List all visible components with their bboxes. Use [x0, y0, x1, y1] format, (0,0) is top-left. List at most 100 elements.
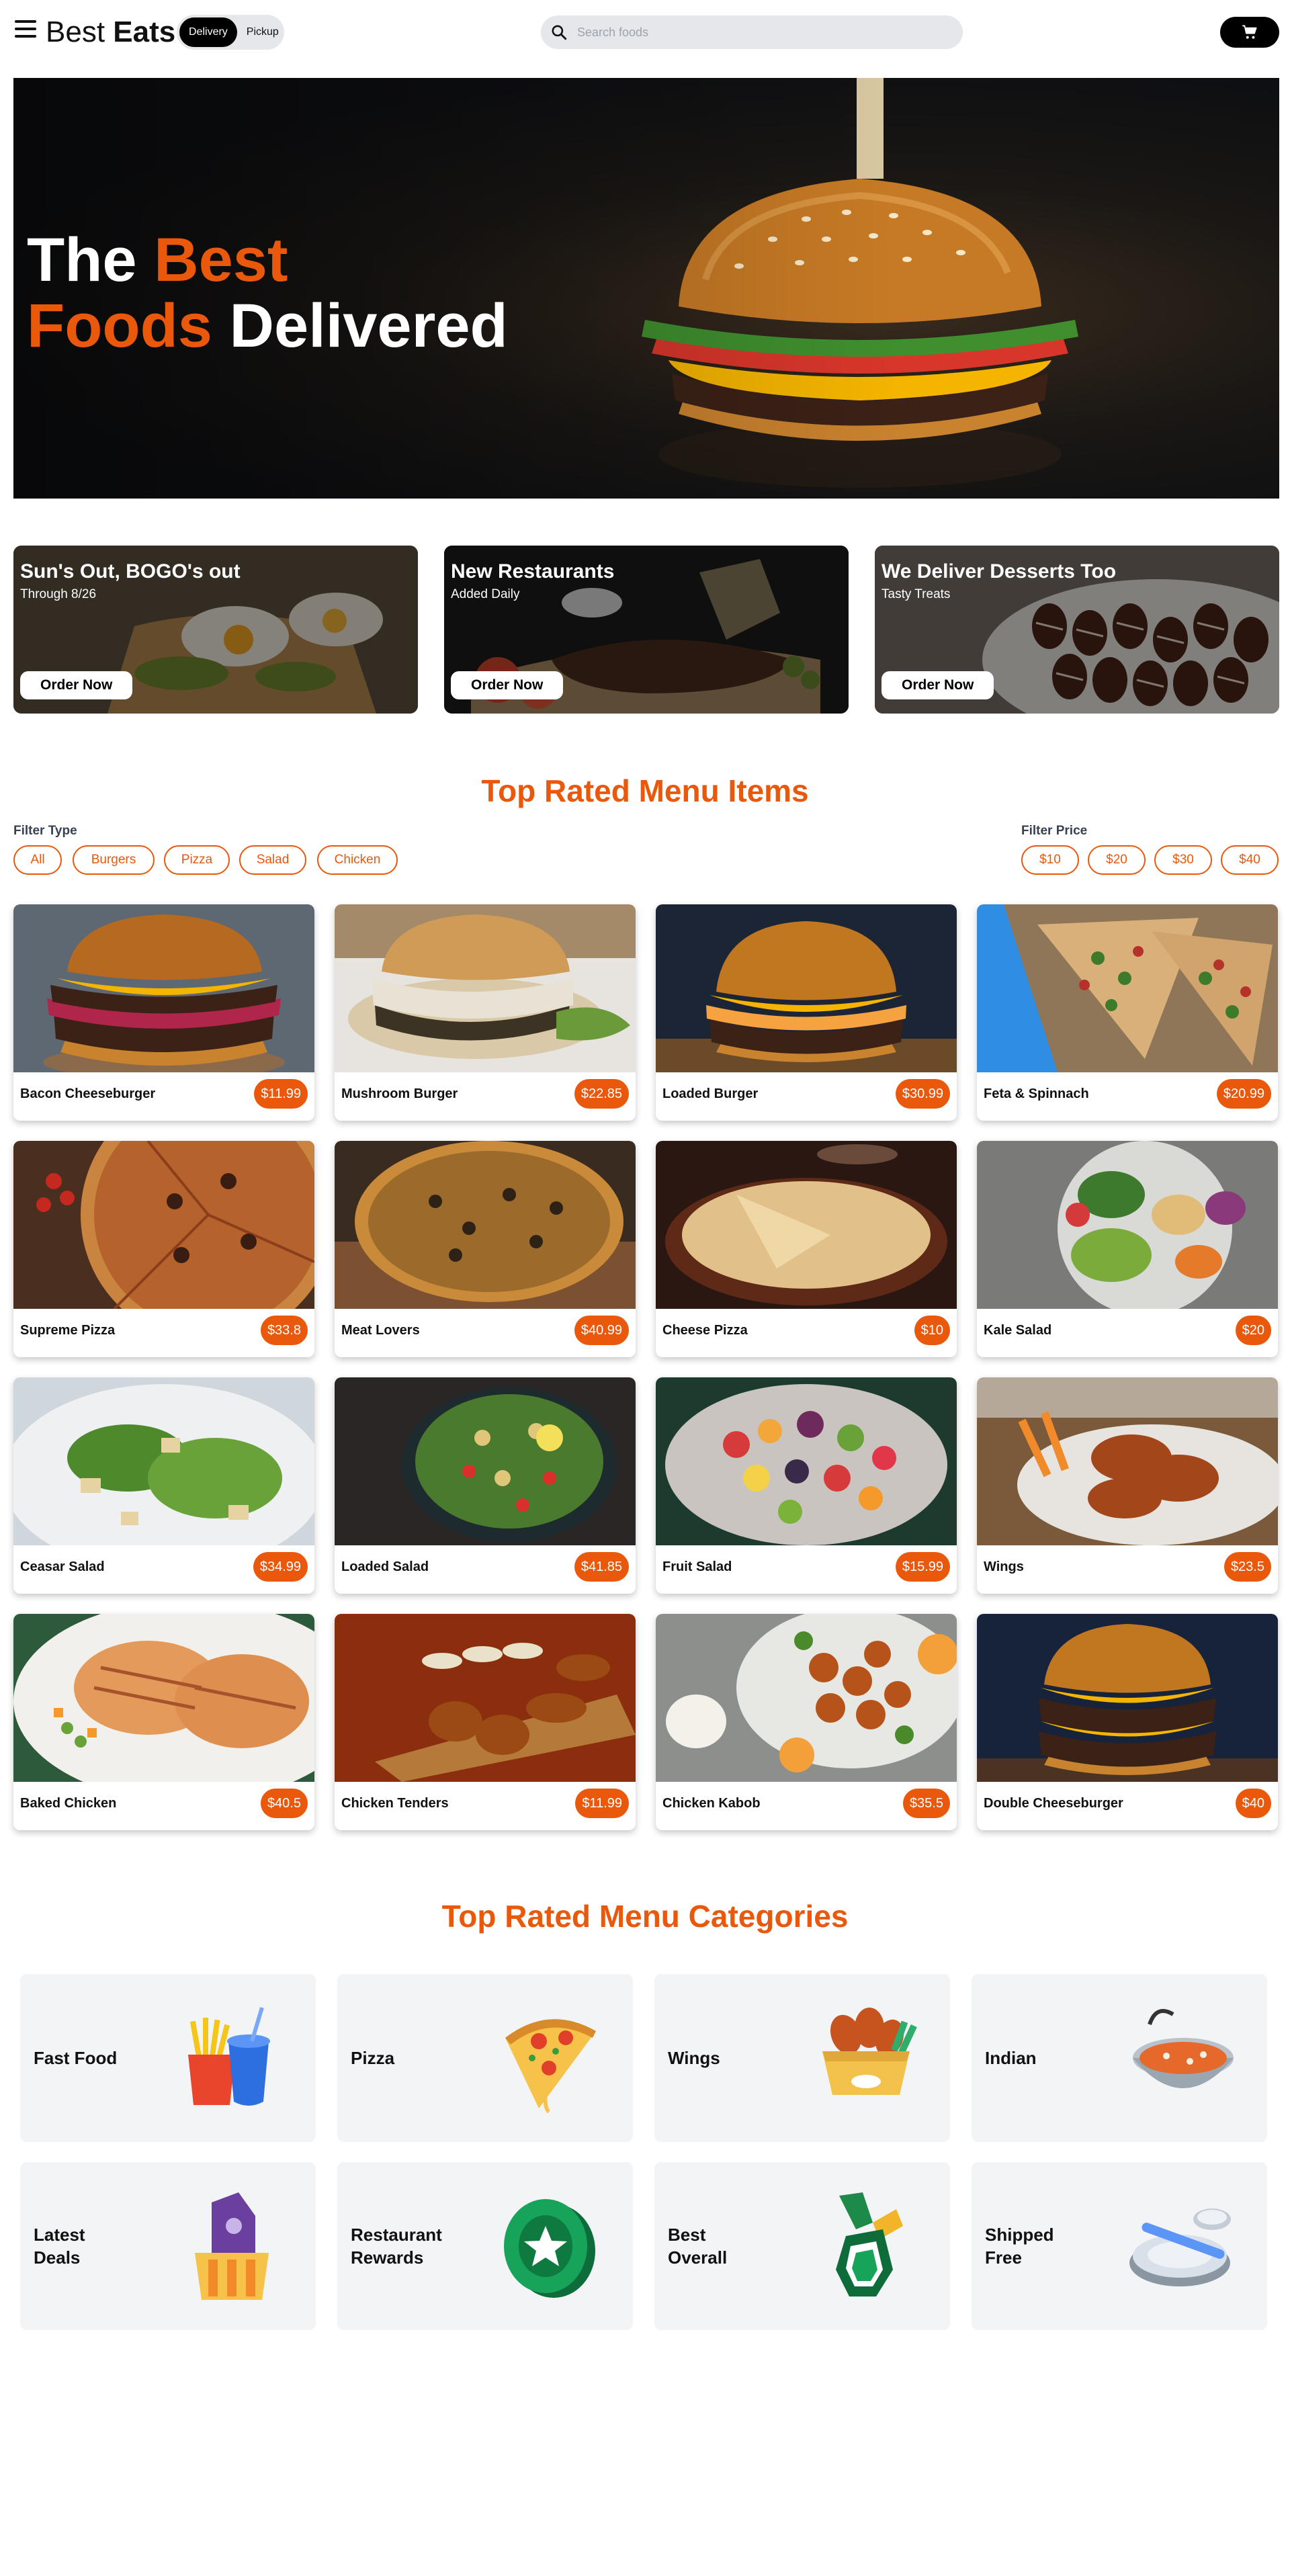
deal-tag-icon	[195, 2192, 269, 2300]
order-now-button[interactable]: Order Now	[451, 671, 564, 699]
promo-title: We Deliver Desserts Too	[882, 560, 1117, 583]
order-now-button[interactable]: Order Now	[882, 671, 994, 699]
order-now-button[interactable]: Order Now	[20, 671, 133, 699]
category-label: Pizza	[351, 2048, 395, 2068]
category-label: Fast Food	[34, 2048, 118, 2068]
promo-subtitle: Tasty Treats	[882, 587, 951, 601]
menu-item-card[interactable]: Chicken Kabob $35.5	[656, 1614, 957, 1830]
category-card-indian[interactable]: Indian	[972, 1974, 1267, 2142]
food-image-loaded-salad	[335, 1377, 636, 1545]
filter-price-20[interactable]: $20	[1088, 845, 1146, 875]
search-icon	[552, 25, 567, 40]
hero-word-the: The	[27, 226, 137, 294]
cart-button[interactable]	[1220, 17, 1279, 48]
menu-item-card[interactable]: Loaded Burger $30.99	[656, 904, 957, 1121]
menu-item-price: $10	[914, 1316, 950, 1345]
filter-price-40[interactable]: $40	[1221, 845, 1279, 875]
food-image-bacon-cheeseburger	[13, 904, 314, 1072]
category-label: Restaurant Rewards	[351, 2225, 442, 2268]
menu-item-name: Fruit Salad	[662, 1559, 732, 1574]
menu-item-card[interactable]: Supreme Pizza $33.8	[13, 1141, 314, 1357]
hero-word-foods: Foods	[27, 292, 212, 360]
food-image-wings	[977, 1377, 1278, 1545]
menu-item-name: Loaded Burger	[662, 1086, 759, 1101]
menu-item-name: Mushroom Burger	[341, 1086, 458, 1101]
menu-item-price: $41.85	[574, 1552, 629, 1582]
menu-item-name: Wings	[984, 1559, 1024, 1574]
food-image-double-cheeseburger	[977, 1614, 1278, 1782]
hero-banner: The Best Foods Delivered	[13, 78, 1279, 499]
menu-icon[interactable]	[15, 20, 36, 38]
food-image-chicken-tenders	[335, 1614, 636, 1782]
reward-star-icon	[504, 2199, 595, 2298]
category-label: Shipped Free	[985, 2225, 1054, 2268]
food-image-meat-lovers	[335, 1141, 636, 1309]
category-card-wings[interactable]: Wings	[654, 1974, 950, 2142]
hero-word-best: Best	[154, 226, 288, 294]
menu-item-card[interactable]: Cheese Pizza $10	[656, 1141, 957, 1357]
menu-item-card[interactable]: Ceasar Salad $34.99	[13, 1377, 314, 1594]
hero-word-delivered: Delivered	[229, 292, 508, 360]
search-bar	[541, 15, 963, 49]
menu-item-name: Supreme Pizza	[20, 1323, 116, 1338]
cart-icon	[1242, 25, 1257, 39]
category-label: Latest Deals	[34, 2225, 85, 2268]
menu-item-card[interactable]: Wings $23.5	[977, 1377, 1278, 1594]
delivery-option[interactable]: Delivery	[179, 17, 237, 47]
promo-card-new-restaurants: New Restaurants Added Daily Order Now	[444, 546, 849, 714]
promo-card-bogo: Sun's Out, BOGO's out Through 8/26 Order…	[13, 546, 418, 714]
brand-regular: Best	[46, 15, 105, 48]
menu-item-card[interactable]: Baked Chicken $40.5	[13, 1614, 314, 1830]
filter-price-30[interactable]: $30	[1154, 845, 1212, 875]
category-label: Indian	[985, 2048, 1037, 2068]
filter-type-label: Filter Type	[13, 824, 77, 838]
menu-item-card[interactable]: Chicken Tenders $11.99	[335, 1614, 636, 1830]
menu-item-price: $35.5	[902, 1789, 950, 1818]
top-navbar: Best Eats Delivery Pickup	[0, 0, 1290, 65]
menu-item-name: Ceasar Salad	[20, 1559, 105, 1574]
category-card-latest-deals[interactable]: Latest Deals	[20, 2162, 316, 2330]
menu-item-card[interactable]: Fruit Salad $15.99	[656, 1377, 957, 1594]
category-card-shipped-free[interactable]: Shipped Free	[972, 2162, 1267, 2330]
menu-item-price: $15.99	[895, 1552, 950, 1582]
plates-icon	[1129, 2208, 1231, 2286]
menu-item-card[interactable]: Loaded Salad $41.85	[335, 1377, 636, 1594]
pickup-option[interactable]: Pickup	[237, 17, 288, 47]
menu-item-card[interactable]: Kale Salad $20	[977, 1141, 1278, 1357]
brand-logo[interactable]: Best Eats	[46, 15, 175, 50]
filter-type-pizza[interactable]: Pizza	[164, 845, 230, 875]
menu-item-price: $40	[1235, 1789, 1271, 1818]
menu-item-price: $23.5	[1223, 1552, 1271, 1582]
filter-price-10[interactable]: $10	[1021, 845, 1079, 875]
filter-type-chicken[interactable]: Chicken	[317, 845, 398, 875]
filter-type-salad[interactable]: Salad	[239, 845, 306, 875]
promo-subtitle: Added Daily	[451, 587, 520, 601]
menu-item-card[interactable]: Bacon Cheeseburger $11.99	[13, 904, 314, 1121]
promo-subtitle: Through 8/26	[20, 587, 97, 601]
menu-item-name: Loaded Salad	[341, 1559, 429, 1574]
menu-item-name: Baked Chicken	[20, 1796, 117, 1811]
category-card-restaurant-rewards[interactable]: Restaurant Rewards	[337, 2162, 633, 2330]
food-image-fruit-salad	[656, 1377, 957, 1545]
menu-item-price: $11.99	[254, 1079, 308, 1109]
filter-price-label: Filter Price	[1021, 824, 1088, 838]
menu-item-name: Kale Salad	[984, 1323, 1052, 1338]
category-card-fast-food[interactable]: Fast Food	[20, 1974, 316, 2142]
menu-item-name: Cheese Pizza	[662, 1323, 748, 1338]
category-card-pizza[interactable]: Pizza	[337, 1974, 633, 2142]
category-label: Best Overall	[668, 2225, 728, 2268]
filter-type-all[interactable]: All	[13, 845, 62, 875]
menu-item-name: Meat Lovers	[341, 1323, 420, 1338]
menu-item-card[interactable]: Mushroom Burger $22.85	[335, 904, 636, 1121]
promo-title: New Restaurants	[451, 560, 615, 583]
search-input[interactable]	[577, 25, 940, 40]
menu-item-price: $30.99	[895, 1079, 950, 1109]
menu-items-heading: Top Rated Menu Items	[481, 773, 809, 808]
menu-item-card[interactable]: Double Cheeseburger $40	[977, 1614, 1278, 1830]
menu-item-price: $40.5	[260, 1789, 308, 1818]
hero-title: The Best Foods Delivered	[27, 227, 508, 359]
filter-type-burgers[interactable]: Burgers	[73, 845, 155, 875]
menu-item-card[interactable]: Meat Lovers $40.99	[335, 1141, 636, 1357]
category-card-best-overall[interactable]: Best Overall	[654, 2162, 950, 2330]
menu-item-card[interactable]: Feta & Spinnach $20.99	[977, 904, 1278, 1121]
